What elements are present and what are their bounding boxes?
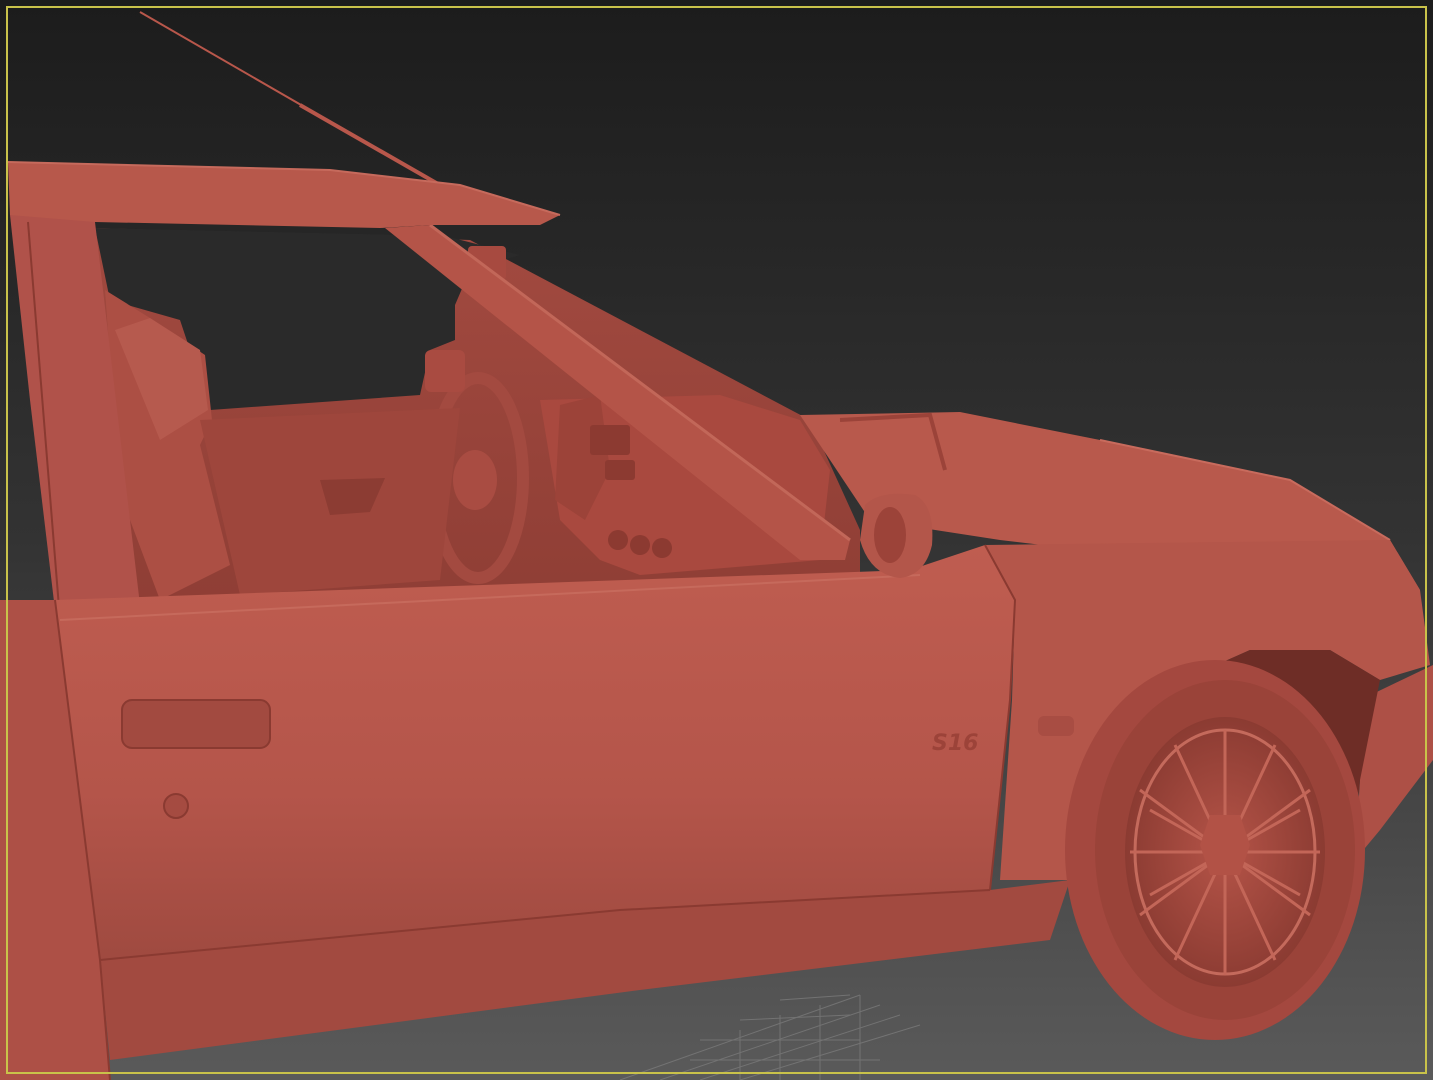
- door-handle[interactable]: [121, 699, 271, 749]
- front-wheel[interactable]: [1065, 660, 1365, 1040]
- sun-visor: [425, 350, 465, 392]
- model-badge: S16: [932, 731, 978, 756]
- viewport-perspective[interactable]: S16: [0, 0, 1433, 1080]
- door-lock[interactable]: [163, 793, 189, 819]
- wheel-hub: [1200, 815, 1250, 875]
- steering-hub: [453, 450, 497, 510]
- viewport-scene[interactable]: S16: [0, 0, 1433, 1080]
- side-repeater: [1038, 716, 1074, 736]
